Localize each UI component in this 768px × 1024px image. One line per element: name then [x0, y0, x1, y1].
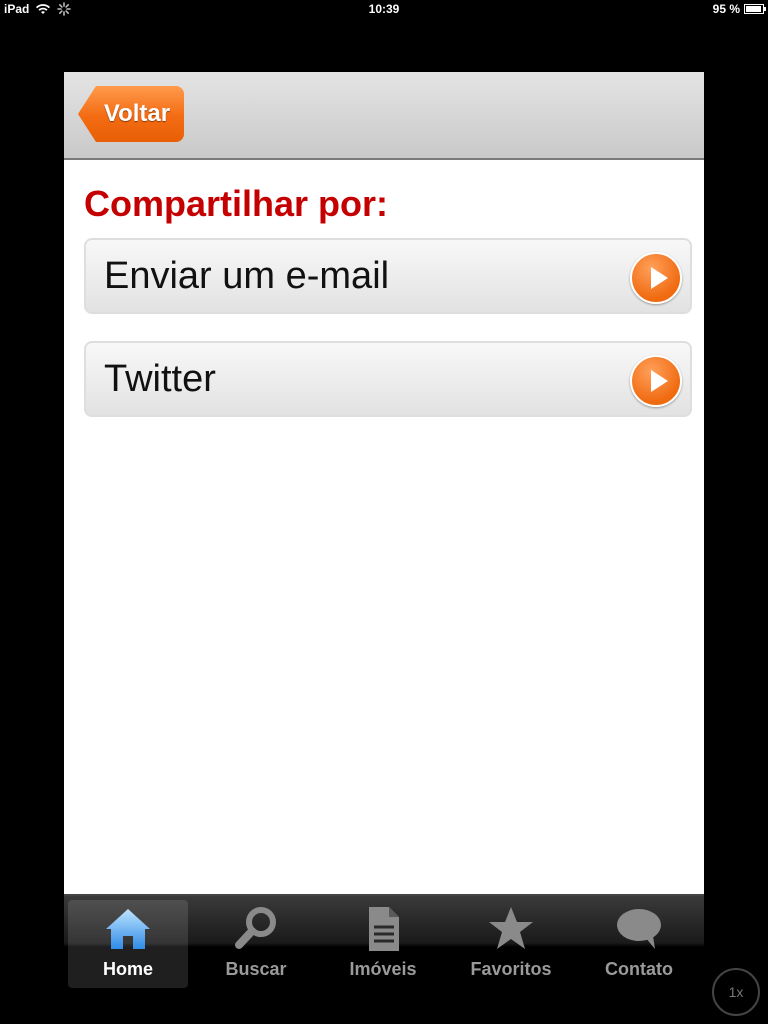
home-icon — [106, 909, 150, 949]
tab-bar: Home Buscar Imóveis Favoritos Contato — [64, 894, 704, 994]
search-icon — [235, 907, 276, 949]
battery-percent: 95 % — [712, 2, 740, 16]
battery-icon — [744, 4, 766, 14]
page-title: Compartilhar por: — [84, 183, 389, 224]
tab-properties-label: Imóveis — [349, 959, 417, 979]
tab-home[interactable]: Home — [68, 900, 188, 988]
share-email-button[interactable]: Enviar um e-mail — [84, 238, 692, 314]
share-content: Compartilhar por: Enviar um e-mail Twitt… — [64, 160, 704, 417]
chat-bubble-icon — [617, 909, 661, 949]
app-view: Voltar Compartilhar por: Enviar um e-mai… — [64, 72, 704, 944]
back-button[interactable]: Voltar — [78, 86, 184, 142]
tab-contact-label: Contato — [605, 959, 673, 979]
tab-search[interactable]: Buscar — [196, 900, 316, 988]
tab-search-label: Buscar — [225, 959, 287, 979]
tab-favorites[interactable]: Favoritos — [451, 900, 571, 988]
share-twitter-label: Twitter — [104, 357, 216, 400]
status-bar: iPad 10:39 95 % — [0, 0, 768, 20]
star-icon — [489, 907, 533, 949]
tab-properties[interactable]: Imóveis — [323, 900, 443, 988]
status-time: 10:39 — [368, 2, 400, 16]
share-twitter-button[interactable]: Twitter — [84, 341, 692, 417]
play-arrow-icon — [630, 355, 682, 407]
zoom-button[interactable]: 1x — [712, 968, 760, 1016]
status-right: 95 % — [712, 2, 766, 16]
navigation-bar: Voltar — [64, 72, 704, 160]
tab-favorites-label: Favoritos — [470, 959, 552, 979]
play-arrow-icon — [630, 252, 682, 304]
tab-contact[interactable]: Contato — [579, 900, 699, 988]
document-icon — [369, 907, 399, 951]
tab-home-label: Home — [102, 959, 153, 979]
share-email-label: Enviar um e-mail — [104, 254, 390, 297]
